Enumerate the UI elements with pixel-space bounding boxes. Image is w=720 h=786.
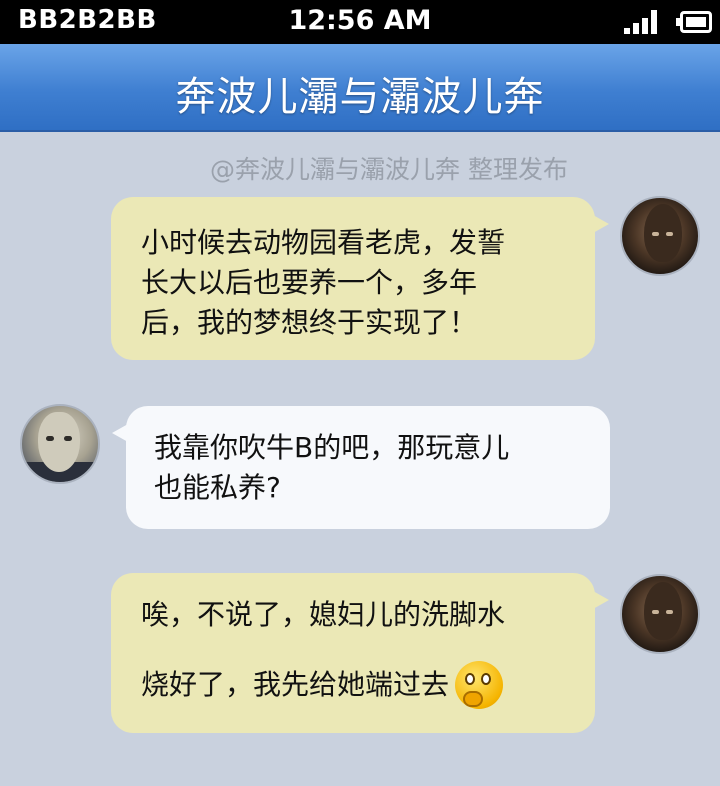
title-bar: 奔波儿灞与灞波儿奔 [0, 44, 720, 132]
avatar-me[interactable] [620, 196, 700, 276]
message-line: 也能私养? [154, 471, 281, 504]
message-line: 唉，不说了，媳妇儿的洗脚水 [141, 598, 506, 631]
signal-bars-icon [624, 10, 664, 34]
thinking-emoji-icon [455, 661, 504, 709]
message-line: 长大以后也要养一个，多年 [141, 266, 478, 299]
message-bubble-right[interactable]: 唉，不说了，媳妇儿的洗脚水 烧好了，我先给她端过去 [111, 573, 609, 733]
chat-screen: BB2B2BB 12:56 AM 奔波儿灞与灞波儿奔 @奔波儿灞与灞波儿奔 整理… [0, 0, 720, 786]
avatar-friend[interactable] [20, 404, 100, 484]
bubble-tail [593, 591, 609, 609]
bubble-tail [593, 215, 609, 233]
message-line: 我靠你吹牛B的吧，那玩意儿 [154, 431, 510, 464]
message-bubble-right[interactable]: 小时候去动物园看老虎，发誓 长大以后也要养一个，多年 后，我的梦想终于实现了！ [111, 197, 609, 360]
credit-text: @奔波儿灞与灞波儿奔 整理发布 [210, 155, 568, 184]
status-time: 12:56 AM [288, 5, 432, 36]
status-bar: BB2B2BB 12:56 AM [0, 0, 720, 44]
page-title: 奔波儿灞与灞波儿奔 [175, 74, 545, 120]
message-line: 后，我的梦想终于实现了！ [141, 306, 478, 339]
battery-icon [676, 11, 712, 33]
avatar-me[interactable] [620, 574, 700, 654]
message-bubble-left[interactable]: 我靠你吹牛B的吧，那玩意儿 也能私养? [112, 406, 610, 529]
message-line: 小时候去动物园看老虎，发誓 [141, 226, 506, 259]
bubble-tail [112, 424, 128, 442]
message-line: 烧好了，我先给她端过去 [141, 668, 450, 701]
